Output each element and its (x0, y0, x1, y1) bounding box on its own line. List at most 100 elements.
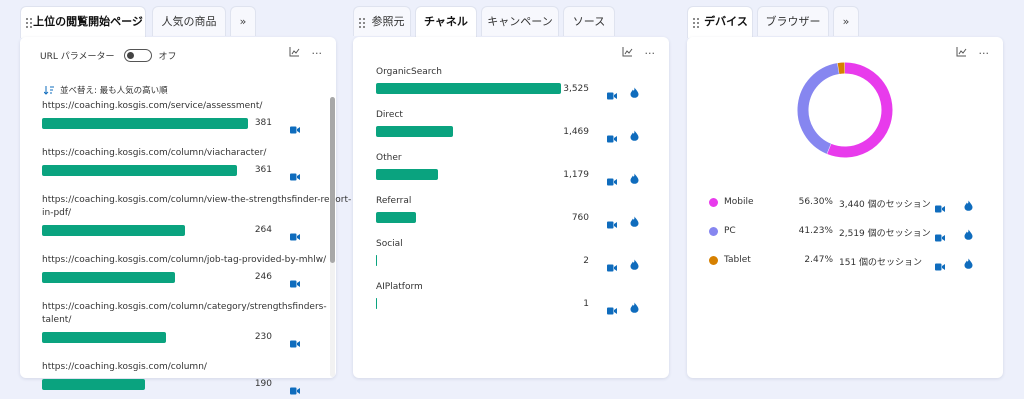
tab-label: キャンペーン (487, 15, 553, 28)
legend-dot (709, 227, 718, 236)
heatmap-icon[interactable] (630, 298, 639, 313)
tab-label: 参照元 (371, 15, 405, 28)
tab-campaign[interactable]: キャンペーン (481, 6, 559, 36)
channel-card: ··· OrganicSearch 3,525 Direct 1,469 Other 1,… (353, 37, 669, 378)
heatmap-icon[interactable] (630, 83, 639, 98)
session-recording-icon[interactable] (290, 380, 300, 395)
heatmap-icon[interactable] (964, 254, 973, 269)
session-recording-icon[interactable] (290, 119, 300, 134)
more-tabs-button[interactable]: » (833, 6, 859, 36)
landing-page-url[interactable]: https://coaching.kosgis.com/column/view-… (42, 195, 351, 205)
heatmap-icon[interactable] (630, 169, 639, 184)
heatmap-icon[interactable] (964, 196, 973, 211)
channel-count: 1,179 (563, 170, 589, 180)
channel-bar (376, 83, 561, 94)
donut-slice-mobile[interactable] (827, 62, 893, 158)
views-bar (42, 165, 237, 176)
drag-handle-icon[interactable] (359, 18, 365, 28)
channel-count: 760 (571, 213, 589, 223)
toggle-state-label: オフ (158, 52, 177, 62)
landing-page-url[interactable]: https://coaching.kosgis.com/column/categ… (42, 302, 327, 312)
more-options-icon[interactable]: ··· (312, 47, 323, 60)
landing-page-url[interactable]: https://coaching.kosgis.com/column/viach… (42, 148, 266, 158)
session-recording-icon[interactable] (607, 128, 617, 143)
tab-channel[interactable]: チャネル (415, 6, 477, 38)
channel-label: Social (376, 239, 403, 249)
views-bar (42, 379, 145, 390)
sort-control[interactable]: 並べ替え: 最も人気の高い順 (43, 80, 168, 99)
drag-handle-icon[interactable] (26, 18, 32, 28)
views-count: 361 (254, 165, 272, 175)
channel-count: 3,525 (563, 84, 589, 94)
views-bar (42, 118, 248, 129)
url-parameter-label: URL パラメーター (40, 52, 115, 62)
tab-browser[interactable]: ブラウザー (757, 6, 829, 36)
device-label: PC (724, 226, 736, 236)
tab-device[interactable]: デバイス (687, 6, 753, 38)
heatmap-icon[interactable] (630, 126, 639, 141)
legend-dot (709, 198, 718, 207)
chart-icon[interactable] (956, 47, 967, 60)
session-recording-icon[interactable] (935, 256, 945, 271)
session-recording-icon[interactable] (607, 171, 617, 186)
session-recording-icon[interactable] (935, 227, 945, 242)
top-landing-pages-panel: 上位の閲覧開始ページ 人気の商品 » ··· URL パラメーター オフ 並べ替… (20, 6, 351, 395)
channel-label: AIPlatform (376, 282, 423, 292)
card-toolbar: ··· (956, 47, 990, 60)
session-recording-icon[interactable] (607, 214, 617, 229)
device-share: 41.23% (798, 226, 833, 236)
heatmap-icon[interactable] (964, 225, 973, 240)
channel-label: Direct (376, 110, 403, 120)
views-bar (42, 225, 185, 236)
channel-bar (376, 169, 438, 180)
drag-handle-icon[interactable] (693, 18, 699, 28)
donut-slice-pc[interactable] (797, 63, 840, 154)
tab-popular-products[interactable]: 人気の商品 (152, 6, 226, 36)
channel-bar (376, 255, 377, 266)
views-bar (42, 272, 175, 283)
landing-page-url[interactable]: https://coaching.kosgis.com/column/ (42, 362, 207, 372)
toggle-knob (127, 52, 135, 59)
landing-page-url-continued[interactable]: in-pdf/ (42, 208, 71, 218)
tab-source[interactable]: ソース (563, 6, 615, 36)
session-recording-icon[interactable] (935, 198, 945, 213)
device-share: 56.30% (798, 197, 833, 207)
device-panel: デバイス ブラウザー » ··· Mobile 56.30% 3,440 個のセッシ… (687, 6, 1003, 378)
channel-label: Other (376, 153, 402, 163)
device-sessions: 2,519 個のセッション (839, 229, 931, 239)
heatmap-icon[interactable] (630, 255, 639, 270)
landing-page-url[interactable]: https://coaching.kosgis.com/column/job-t… (42, 255, 326, 265)
session-recording-icon[interactable] (607, 257, 617, 272)
tab-label: 人気の商品 (161, 15, 217, 28)
session-recording-icon[interactable] (607, 300, 617, 315)
channel-bar (376, 212, 416, 223)
more-options-icon[interactable]: ··· (645, 47, 656, 60)
more-options-icon[interactable]: ··· (979, 47, 990, 60)
landing-page-url-continued[interactable]: talent/ (42, 315, 71, 325)
tab-label: チャネル (424, 15, 468, 28)
heatmap-icon[interactable] (630, 212, 639, 227)
device-label: Mobile (724, 197, 754, 207)
tab-top-landing-pages[interactable]: 上位の閲覧開始ページ (20, 6, 146, 38)
landing-page-url[interactable]: https://coaching.kosgis.com/service/asse… (42, 101, 262, 111)
session-recording-icon[interactable] (607, 85, 617, 100)
donut-slice-tablet[interactable] (837, 62, 845, 74)
landing-pages-card: ··· URL パラメーター オフ 並べ替え: 最も人気の高い順 https:/… (20, 37, 351, 395)
more-tabs-button[interactable]: » (230, 6, 256, 36)
tab-referrer[interactable]: 参照元 (353, 6, 411, 36)
session-recording-icon[interactable] (290, 166, 300, 181)
chart-icon[interactable] (622, 47, 633, 60)
views-count: 190 (254, 379, 272, 389)
channel-bar (376, 126, 453, 137)
scrollbar-thumb[interactable] (330, 97, 335, 263)
channel-label: Referral (376, 196, 412, 206)
chart-icon[interactable] (289, 47, 300, 60)
device-label: Tablet (724, 255, 751, 265)
session-recording-icon[interactable] (290, 273, 300, 288)
session-recording-icon[interactable] (290, 333, 300, 348)
channel-count: 1,469 (563, 127, 589, 137)
session-recording-icon[interactable] (290, 226, 300, 241)
device-donut-chart (797, 62, 893, 158)
url-parameter-toggle[interactable] (124, 49, 153, 62)
sort-icon (43, 80, 54, 99)
